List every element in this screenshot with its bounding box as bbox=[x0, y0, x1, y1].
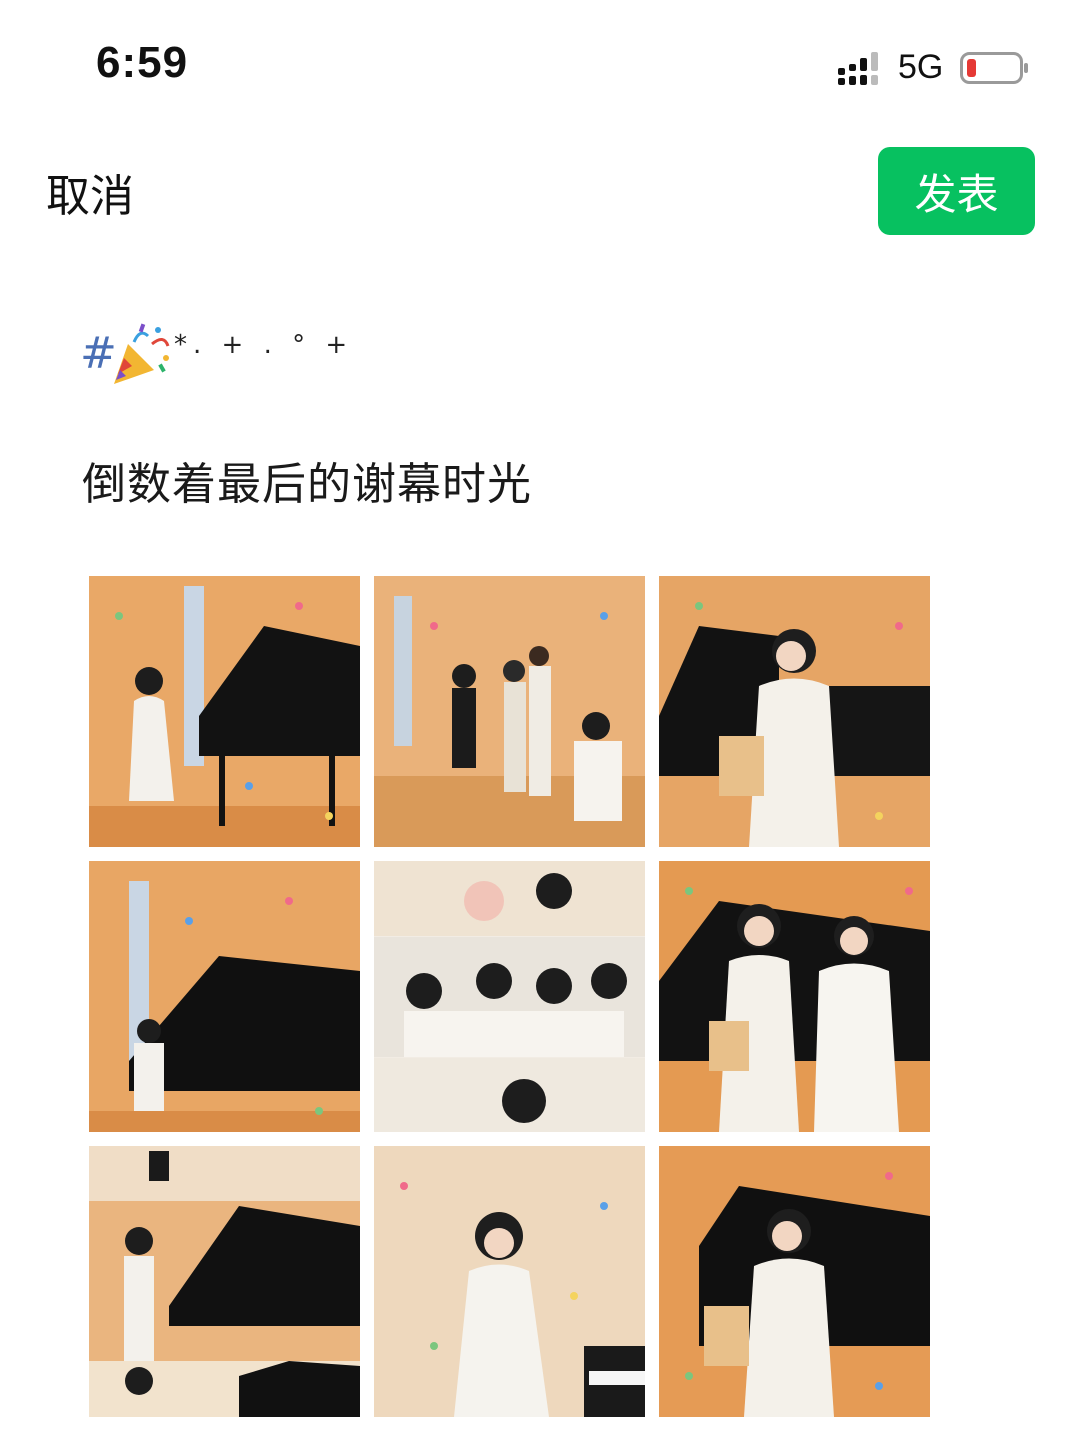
photo-thumbnail-6[interactable] bbox=[659, 861, 930, 1132]
sparkle-text: *. + . ° + bbox=[174, 330, 354, 360]
battery-low-icon bbox=[960, 52, 1028, 84]
photo-thumbnail-5[interactable] bbox=[374, 861, 645, 1132]
photo-thumbnail-3[interactable] bbox=[659, 576, 930, 847]
photo-thumbnail-8[interactable] bbox=[374, 1146, 645, 1417]
cancel-button[interactable]: 取消 bbox=[46, 160, 134, 224]
photo-thumbnail-1[interactable] bbox=[89, 576, 360, 847]
party-popper-icon bbox=[114, 323, 170, 384]
photo-thumbnail-7[interactable] bbox=[89, 1146, 360, 1417]
photo-grid bbox=[89, 576, 931, 1417]
status-time: 6:59 bbox=[96, 38, 189, 87]
publish-button[interactable]: 发表 bbox=[878, 147, 1035, 235]
post-caption[interactable]: 倒数着最后的谢幕时光 bbox=[82, 448, 532, 512]
emoji-line[interactable]: # *. + . ° + bbox=[80, 316, 347, 388]
photo-thumbnail-9[interactable] bbox=[659, 1146, 930, 1417]
photo-thumbnail-4[interactable] bbox=[89, 861, 360, 1132]
photo-thumbnail-2[interactable] bbox=[374, 576, 645, 847]
signal-bars-icon bbox=[838, 52, 878, 85]
network-type: 5G bbox=[898, 48, 944, 86]
status-bar: 6:59 5G bbox=[0, 0, 1080, 140]
